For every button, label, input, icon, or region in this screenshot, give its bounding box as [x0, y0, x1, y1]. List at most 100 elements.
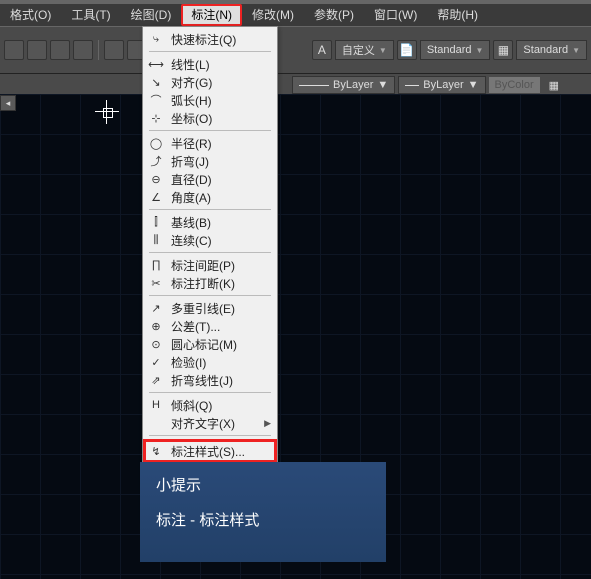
- menu-工具T[interactable]: 工具(T): [61, 6, 120, 24]
- chevron-down-icon: ▼: [572, 46, 580, 55]
- chevron-down-icon: ▼: [377, 79, 388, 91]
- menuitem-icon: ⤷: [147, 32, 165, 46]
- menuitem-label: 快速标注(Q): [171, 31, 271, 48]
- combo-custom[interactable]: 自定义 ▼: [335, 40, 394, 60]
- menuitem-icon: [147, 416, 165, 430]
- toolbtn-props[interactable]: ▦: [549, 79, 559, 92]
- menuitem-连续C[interactable]: ⫼连续(C): [143, 231, 277, 249]
- menuitem-坐标O[interactable]: ⊹ 坐标(O): [143, 109, 277, 127]
- combo-linetype-label: ByLayer: [333, 79, 373, 91]
- menuitem-标注打断K[interactable]: ✂ 标注打断(K): [143, 274, 277, 292]
- menuitem-角度A[interactable]: ∠角度(A): [143, 188, 277, 206]
- menuitem-对齐G[interactable]: ↘ 对齐(G): [143, 73, 277, 91]
- menuitem-直径D[interactable]: ⊖ 直径(D): [143, 170, 277, 188]
- menuitem-label: 标注样式(S)...: [171, 443, 271, 460]
- menuitem-icon: ⫼: [147, 233, 165, 247]
- chevron-down-icon: ▼: [468, 79, 479, 91]
- menuitem-label: 基线(B): [171, 214, 271, 231]
- menuitem-对齐文字X[interactable]: 对齐文字(X)▶: [143, 414, 277, 432]
- menuitem-label: 检验(I): [171, 354, 271, 371]
- menuitem-icon: ⊙: [147, 337, 165, 351]
- menuitem-icon: H: [147, 398, 165, 412]
- menuitem-icon: ⫿: [147, 215, 165, 229]
- combo-custom-label: 自定义: [342, 42, 375, 58]
- combo-plotstyle-disabled: ByColor: [489, 77, 540, 93]
- menu-divider: [149, 209, 271, 210]
- menu-标注N[interactable]: 标注(N): [181, 4, 242, 26]
- hint-title: 小提示: [156, 474, 370, 495]
- menuitem-label: 对齐(G): [171, 74, 271, 91]
- menu-帮助H[interactable]: 帮助(H): [427, 6, 488, 24]
- menuitem-多重引线E[interactable]: ↗ 多重引线(E): [143, 299, 277, 317]
- menuitem-label: 标注间距(P): [171, 257, 271, 274]
- menuitem-label: 倾斜(Q): [171, 397, 271, 414]
- toolbar-main: A 自定义 ▼ 📄 Standard ▼ ▦ Standard ▼: [0, 26, 591, 74]
- menu-参数P[interactable]: 参数(P): [304, 6, 364, 24]
- menuitem-icon: ↘: [147, 75, 165, 89]
- menuitem-icon: ⇗: [147, 373, 165, 387]
- toolbtn-1[interactable]: [4, 40, 24, 60]
- toolbtn-2[interactable]: [27, 40, 47, 60]
- hint-text: 标注 - 标注样式: [156, 509, 370, 530]
- menuitem-icon: ⌒: [147, 93, 165, 107]
- viewport-handle[interactable]: ◂: [0, 95, 16, 111]
- menuitem-icon: ↗: [147, 301, 165, 315]
- toolbtn-4[interactable]: [73, 40, 93, 60]
- menuitem-弧长H[interactable]: ⌒ 弧长(H): [143, 91, 277, 109]
- combo-plotstyle-label: ByColor: [495, 79, 534, 91]
- menuitem-icon: ∏: [147, 258, 165, 272]
- menuitem-折弯线性J[interactable]: ⇗ 折弯线性(J): [143, 371, 277, 389]
- toolbtn-text-icon[interactable]: A: [312, 40, 332, 60]
- menu-格式O[interactable]: 格式(O): [0, 6, 61, 24]
- dimension-menu: ⤷ 快速标注(Q) ⟷ 线性(L) ↘ 对齐(G) ⌒ 弧长(H) ⊹ 坐标(O) ◯半径(R)⤴折…: [142, 26, 278, 521]
- menuitem-倾斜Q[interactable]: H 倾斜(Q): [143, 396, 277, 414]
- menu-divider: [149, 392, 271, 393]
- toolbtn-3[interactable]: [50, 40, 70, 60]
- menuitem-半径R[interactable]: ◯半径(R): [143, 134, 277, 152]
- menuitem-标注间距P[interactable]: ∏ 标注间距(P): [143, 256, 277, 274]
- menuitem-圆心标记M[interactable]: ⊙ 圆心标记(M): [143, 335, 277, 353]
- submenu-arrow-icon: ▶: [264, 418, 271, 429]
- combo-standard2[interactable]: Standard ▼: [516, 40, 587, 60]
- combo-lineweight[interactable]: ByLayer▼: [398, 76, 485, 94]
- combo-standard1-label: Standard: [427, 44, 472, 56]
- menu-divider: [149, 252, 271, 253]
- menuitem-icon: ◯: [147, 136, 165, 150]
- menuitem-线性L[interactable]: ⟷ 线性(L): [143, 55, 277, 73]
- combo-standard2-label: Standard: [523, 44, 568, 56]
- menuitem-label: 线性(L): [171, 56, 271, 73]
- menu-绘图D[interactable]: 绘图(D): [121, 6, 182, 24]
- menuitem-icon: ⟷: [147, 57, 165, 71]
- menuitem-基线B[interactable]: ⫿ 基线(B): [143, 213, 277, 231]
- toolbtn-5[interactable]: [104, 40, 124, 60]
- combo-standard1[interactable]: Standard▼: [420, 40, 491, 60]
- menuitem-icon: ✂: [147, 276, 165, 290]
- toolbtn-style-icon[interactable]: 📄: [397, 40, 417, 60]
- toolbtn-table-icon[interactable]: ▦: [493, 40, 513, 60]
- combo-linetype[interactable]: ByLayer ▼: [292, 76, 395, 94]
- menu-修改M[interactable]: 修改(M): [242, 6, 304, 24]
- menu-divider: [149, 51, 271, 52]
- menuitem-label: 圆心标记(M): [171, 336, 271, 353]
- menuitem-折弯J[interactable]: ⤴折弯(J): [143, 152, 277, 170]
- crosshair-cursor: [95, 100, 119, 124]
- menu-窗口W[interactable]: 窗口(W): [364, 6, 427, 24]
- menuitem-icon: ↯: [147, 444, 165, 458]
- menuitem-label: 直径(D): [171, 171, 271, 188]
- hint-popup: 小提示 标注 - 标注样式: [140, 462, 386, 562]
- menuitem-icon: ⊹: [147, 111, 165, 125]
- menuitem-label: 多重引线(E): [171, 300, 271, 317]
- menuitem-icon: ⊖: [147, 172, 165, 186]
- menuitem-快速标注Q[interactable]: ⤷ 快速标注(Q): [143, 30, 277, 48]
- menuitem-标注样式S[interactable]: ↯ 标注样式(S)...: [143, 439, 277, 463]
- chevron-down-icon: ▼: [379, 46, 387, 55]
- menuitem-label: 坐标(O): [171, 110, 271, 127]
- menubar: 格式(O)工具(T)绘图(D)标注(N)修改(M)参数(P)窗口(W)帮助(H): [0, 0, 591, 26]
- menuitem-label: 折弯线性(J): [171, 372, 271, 389]
- menuitem-label: 公差(T)...: [171, 318, 271, 335]
- menuitem-label: 弧长(H): [171, 92, 271, 109]
- menuitem-label: 标注打断(K): [171, 275, 271, 292]
- menuitem-检验I[interactable]: ✓检验(I): [143, 353, 277, 371]
- menuitem-icon: ∠: [147, 190, 165, 204]
- menuitem-公差T[interactable]: ⊕公差(T)...: [143, 317, 277, 335]
